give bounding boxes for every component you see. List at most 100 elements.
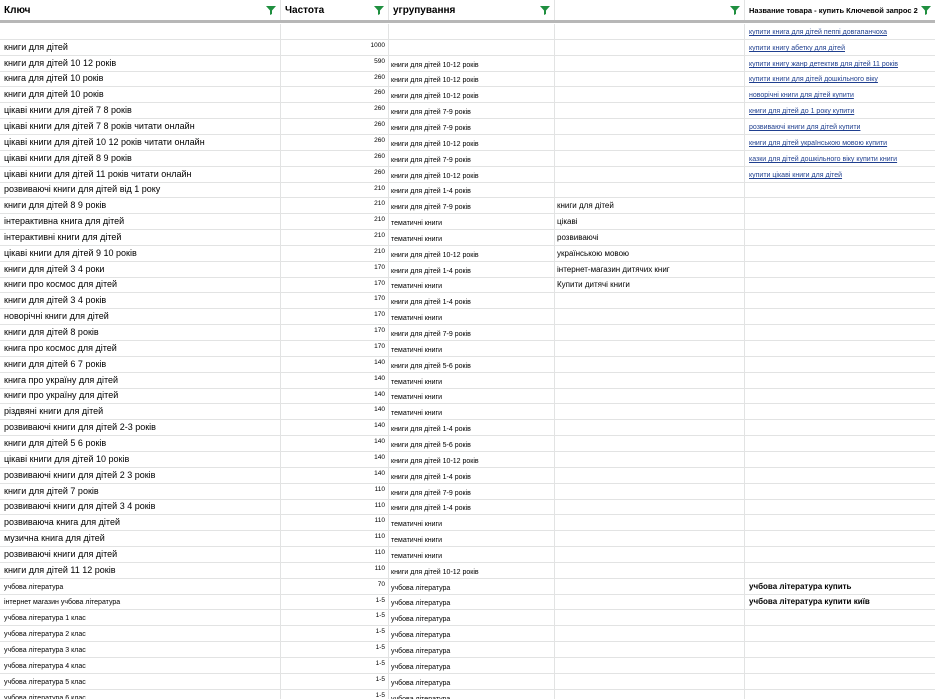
extra-cell[interactable] [555,500,745,515]
group-cell[interactable]: книги для дітей 7-9 років [389,119,555,135]
extra-cell[interactable] [555,24,745,40]
frequency-cell[interactable]: 1-5 [281,626,389,642]
filter-icon[interactable] [374,5,384,15]
group-cell[interactable] [389,40,555,56]
key-cell[interactable]: цікаві книги для дітей 9 10 років [0,246,281,262]
group-cell[interactable]: учбова література [389,579,555,595]
frequency-cell[interactable]: 1000 [281,40,389,56]
extra-cell[interactable] [555,642,745,658]
frequency-cell[interactable]: 1-5 [281,595,389,610]
extra-cell[interactable] [555,563,745,579]
header-cell-grouping[interactable]: угрупування [389,0,555,20]
frequency-cell[interactable]: 140 [281,420,389,436]
extra-cell[interactable] [555,373,745,389]
key-cell[interactable]: різдвяні книги для дітей [0,404,281,420]
header-cell-key[interactable]: Ключ [0,0,281,20]
key-cell[interactable]: книги про україну для дітей [0,389,281,404]
key-cell[interactable]: книги для дітей 6 7 років [0,357,281,373]
key-cell[interactable]: новорічні книги для дітей [0,309,281,325]
key-cell[interactable]: цікаві книги для дітей 8 9 років [0,151,281,167]
group-cell[interactable]: книги для дітей 1-4 років [389,262,555,278]
group-cell[interactable]: книги для дітей 1-4 років [389,500,555,515]
group-cell[interactable]: тематичні книги [389,389,555,404]
group-cell[interactable]: книги для дітей 10-12 років [389,246,555,262]
key-cell[interactable]: інтерактивна книга для дітей [0,214,281,230]
extra-cell[interactable] [555,357,745,373]
extra-cell[interactable] [555,658,745,674]
header-cell-frequency[interactable]: Частота [281,0,389,20]
extra-cell[interactable] [555,40,745,56]
frequency-cell[interactable]: 140 [281,373,389,389]
product-cell[interactable] [745,484,935,500]
frequency-cell[interactable]: 140 [281,468,389,484]
key-cell[interactable]: розвиваюча книга для дітей [0,515,281,531]
key-cell[interactable]: книги для дітей 11 12 років [0,563,281,579]
product-cell[interactable] [745,309,935,325]
product-cell[interactable] [745,246,935,262]
frequency-cell[interactable]: 260 [281,151,389,167]
key-cell[interactable]: цікаві книги для дітей 10 12 років читат… [0,135,281,151]
key-cell[interactable]: учбова література 2 клас [0,626,281,642]
group-cell[interactable]: книги для дітей 5-6 років [389,436,555,452]
product-cell[interactable] [745,183,935,198]
product-cell[interactable] [745,610,935,626]
key-cell[interactable]: книги для дітей 3 4 роки [0,262,281,278]
group-cell[interactable]: тематичні книги [389,278,555,293]
frequency-cell[interactable]: 210 [281,198,389,214]
header-cell-product[interactable]: Название товара - купить Ключевой запрос… [745,0,935,20]
product-cell[interactable] [745,389,935,404]
group-cell[interactable]: книги для дітей 1-4 років [389,420,555,436]
frequency-cell[interactable]: 110 [281,531,389,547]
product-cell[interactable]: розвиваючі книги для дітей купити [745,119,935,135]
product-cell[interactable] [745,341,935,357]
product-cell[interactable] [745,373,935,389]
product-cell[interactable] [745,674,935,690]
product-cell[interactable]: купити книги для дітей дошкільного віку [745,72,935,87]
group-cell[interactable]: книги для дітей 1-4 років [389,468,555,484]
group-cell[interactable]: книги для дітей 5-6 років [389,357,555,373]
product-cell[interactable] [745,690,935,699]
extra-cell[interactable]: розвиваючі [555,230,745,246]
frequency-cell[interactable]: 1-5 [281,674,389,690]
extra-cell[interactable]: інтернет-магазин дитячих книг [555,262,745,278]
extra-cell[interactable] [555,626,745,642]
key-cell[interactable]: розвиваючі книги для дітей від 1 року [0,183,281,198]
group-cell[interactable]: тематичні книги [389,373,555,389]
key-cell[interactable]: цікаві книги для дітей 7 8 років [0,103,281,119]
product-cell[interactable] [745,278,935,293]
extra-cell[interactable] [555,72,745,87]
key-cell[interactable]: розвиваючі книги для дітей 2-3 років [0,420,281,436]
product-cell[interactable] [745,515,935,531]
group-cell[interactable]: тематичні книги [389,341,555,357]
product-cell[interactable]: книги для дітей до 1 року купити [745,103,935,119]
frequency-cell[interactable]: 110 [281,547,389,563]
frequency-cell[interactable]: 210 [281,246,389,262]
extra-cell[interactable] [555,309,745,325]
extra-cell[interactable] [555,531,745,547]
frequency-cell[interactable]: 170 [281,341,389,357]
product-cell[interactable] [745,531,935,547]
product-cell[interactable]: учбова література купити київ [745,595,935,610]
group-cell[interactable]: книги для дітей 10-12 років [389,135,555,151]
filter-icon[interactable] [540,5,550,15]
group-cell[interactable]: тематичні книги [389,404,555,420]
key-cell[interactable]: учбова література [0,579,281,595]
frequency-cell[interactable]: 170 [281,262,389,278]
frequency-cell[interactable]: 110 [281,484,389,500]
product-cell[interactable]: казки для дітей дошкільного віку купити … [745,151,935,167]
key-cell[interactable]: розвиваючі книги для дітей [0,547,281,563]
product-cell[interactable] [745,230,935,246]
frequency-cell[interactable]: 260 [281,87,389,103]
extra-cell[interactable]: українською мовою [555,246,745,262]
extra-cell[interactable] [555,87,745,103]
key-cell[interactable]: музична книга для дітей [0,531,281,547]
group-cell[interactable]: учбова література [389,642,555,658]
key-cell[interactable]: книги про космос для дітей [0,278,281,293]
key-cell[interactable]: учбова література 3 клас [0,642,281,658]
product-cell[interactable] [745,198,935,214]
key-cell[interactable]: книга про україну для дітей [0,373,281,389]
product-cell[interactable]: учбова література купить [745,579,935,595]
product-cell[interactable] [745,214,935,230]
group-cell[interactable]: книги для дітей 7-9 років [389,198,555,214]
group-cell[interactable]: книги для дітей 10-12 років [389,563,555,579]
